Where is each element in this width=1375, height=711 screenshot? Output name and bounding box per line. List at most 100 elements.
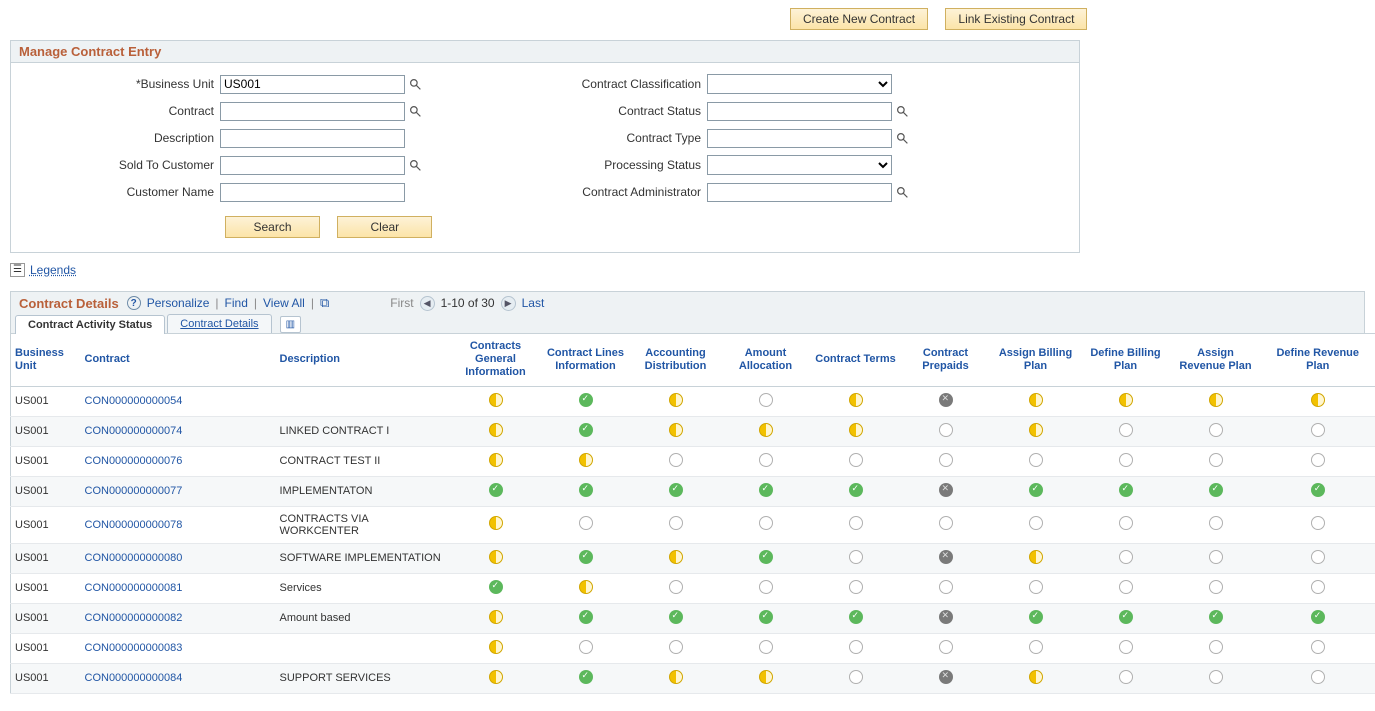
status-yellow-icon[interactable] bbox=[579, 453, 593, 467]
status-gray-icon[interactable] bbox=[939, 610, 953, 624]
lookup-icon[interactable] bbox=[408, 77, 422, 91]
col-define-revenue[interactable]: Define Revenue Plan bbox=[1261, 334, 1375, 387]
description-input[interactable] bbox=[220, 129, 405, 148]
search-button[interactable]: Search bbox=[225, 216, 320, 238]
status-yellow-icon[interactable] bbox=[1119, 393, 1133, 407]
status-empty-icon[interactable] bbox=[849, 516, 863, 530]
status-green-icon[interactable] bbox=[669, 610, 683, 624]
help-icon[interactable]: ? bbox=[127, 296, 141, 310]
status-yellow-icon[interactable] bbox=[489, 670, 503, 684]
col-amount-allocation[interactable]: Amount Allocation bbox=[721, 334, 811, 387]
status-empty-icon[interactable] bbox=[1119, 550, 1133, 564]
status-yellow-icon[interactable] bbox=[759, 670, 773, 684]
status-empty-icon[interactable] bbox=[669, 640, 683, 654]
status-empty-icon[interactable] bbox=[1029, 640, 1043, 654]
status-gray-icon[interactable] bbox=[939, 670, 953, 684]
status-empty-icon[interactable] bbox=[1209, 453, 1223, 467]
status-green-icon[interactable] bbox=[1029, 483, 1043, 497]
clear-button[interactable]: Clear bbox=[337, 216, 432, 238]
col-assign-revenue[interactable]: Assign Revenue Plan bbox=[1171, 334, 1261, 387]
status-yellow-icon[interactable] bbox=[1029, 550, 1043, 564]
contract-input[interactable] bbox=[220, 102, 405, 121]
status-green-icon[interactable] bbox=[579, 670, 593, 684]
contract-classification-select[interactable] bbox=[707, 74, 892, 94]
status-empty-icon[interactable] bbox=[849, 640, 863, 654]
contract-link[interactable]: CON000000000084 bbox=[85, 672, 183, 684]
status-yellow-icon[interactable] bbox=[1029, 670, 1043, 684]
status-empty-icon[interactable] bbox=[1029, 453, 1043, 467]
status-empty-icon[interactable] bbox=[669, 580, 683, 594]
col-accounting-dist[interactable]: Accounting Distribution bbox=[631, 334, 721, 387]
status-empty-icon[interactable] bbox=[1209, 580, 1223, 594]
legends-link[interactable]: Legends bbox=[30, 263, 76, 277]
status-green-icon[interactable] bbox=[1119, 610, 1133, 624]
status-yellow-icon[interactable] bbox=[1029, 423, 1043, 437]
status-empty-icon[interactable] bbox=[759, 640, 773, 654]
status-green-icon[interactable] bbox=[669, 483, 683, 497]
col-general-info[interactable]: Contracts General Information bbox=[451, 334, 541, 387]
status-empty-icon[interactable] bbox=[669, 453, 683, 467]
status-empty-icon[interactable] bbox=[849, 453, 863, 467]
status-yellow-icon[interactable] bbox=[759, 423, 773, 437]
status-yellow-icon[interactable] bbox=[669, 550, 683, 564]
status-empty-icon[interactable] bbox=[939, 640, 953, 654]
contract-link[interactable]: CON000000000076 bbox=[85, 455, 183, 467]
status-empty-icon[interactable] bbox=[939, 453, 953, 467]
lookup-icon[interactable] bbox=[895, 131, 909, 145]
contract-administrator-input[interactable] bbox=[707, 183, 892, 202]
status-empty-icon[interactable] bbox=[1119, 453, 1133, 467]
status-green-icon[interactable] bbox=[579, 393, 593, 407]
status-green-icon[interactable] bbox=[579, 483, 593, 497]
status-gray-icon[interactable] bbox=[939, 393, 953, 407]
status-empty-icon[interactable] bbox=[1209, 670, 1223, 684]
status-empty-icon[interactable] bbox=[759, 516, 773, 530]
status-yellow-icon[interactable] bbox=[579, 580, 593, 594]
tab-contract-activity-status[interactable]: Contract Activity Status bbox=[15, 315, 165, 334]
status-empty-icon[interactable] bbox=[939, 423, 953, 437]
status-empty-icon[interactable] bbox=[579, 640, 593, 654]
col-contract-prepaids[interactable]: Contract Prepaids bbox=[901, 334, 991, 387]
status-empty-icon[interactable] bbox=[1311, 670, 1325, 684]
find-link[interactable]: Find bbox=[225, 296, 248, 310]
status-yellow-icon[interactable] bbox=[669, 670, 683, 684]
personalize-link[interactable]: Personalize bbox=[147, 296, 210, 310]
status-empty-icon[interactable] bbox=[759, 580, 773, 594]
status-green-icon[interactable] bbox=[489, 580, 503, 594]
col-description[interactable]: Description bbox=[276, 334, 451, 387]
status-yellow-icon[interactable] bbox=[849, 393, 863, 407]
status-green-icon[interactable] bbox=[759, 550, 773, 564]
contract-status-input[interactable] bbox=[707, 102, 892, 121]
status-gray-icon[interactable] bbox=[939, 483, 953, 497]
status-empty-icon[interactable] bbox=[1119, 516, 1133, 530]
status-yellow-icon[interactable] bbox=[1209, 393, 1223, 407]
status-yellow-icon[interactable] bbox=[489, 393, 503, 407]
processing-status-select[interactable] bbox=[707, 155, 892, 175]
status-empty-icon[interactable] bbox=[1311, 423, 1325, 437]
tab-contract-details[interactable]: Contract Details bbox=[167, 314, 271, 333]
contract-type-input[interactable] bbox=[707, 129, 892, 148]
status-green-icon[interactable] bbox=[849, 610, 863, 624]
contract-link[interactable]: CON000000000080 bbox=[85, 552, 183, 564]
status-green-icon[interactable] bbox=[1311, 483, 1325, 497]
col-contract-terms[interactable]: Contract Terms bbox=[811, 334, 901, 387]
status-empty-icon[interactable] bbox=[1209, 550, 1223, 564]
nav-next-icon[interactable]: ▶ bbox=[501, 296, 516, 311]
status-empty-icon[interactable] bbox=[1029, 516, 1043, 530]
status-green-icon[interactable] bbox=[579, 423, 593, 437]
status-empty-icon[interactable] bbox=[1029, 580, 1043, 594]
status-empty-icon[interactable] bbox=[849, 580, 863, 594]
view-all-link[interactable]: View All bbox=[263, 296, 305, 310]
status-green-icon[interactable] bbox=[759, 610, 773, 624]
status-green-icon[interactable] bbox=[1029, 610, 1043, 624]
col-business-unit[interactable]: Business Unit bbox=[11, 334, 81, 387]
status-green-icon[interactable] bbox=[849, 483, 863, 497]
status-yellow-icon[interactable] bbox=[489, 550, 503, 564]
col-contract[interactable]: Contract bbox=[81, 334, 276, 387]
status-yellow-icon[interactable] bbox=[1311, 393, 1325, 407]
status-empty-icon[interactable] bbox=[1311, 640, 1325, 654]
status-empty-icon[interactable] bbox=[759, 453, 773, 467]
contract-link[interactable]: CON000000000081 bbox=[85, 582, 183, 594]
col-define-billing[interactable]: Define Billing Plan bbox=[1081, 334, 1171, 387]
contract-link[interactable]: CON000000000083 bbox=[85, 642, 183, 654]
status-empty-icon[interactable] bbox=[1209, 640, 1223, 654]
